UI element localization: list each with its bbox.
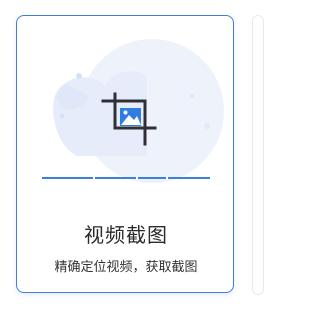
video-screenshot-card[interactable]: 视频截图 精确定位视频，获取截图 [16,15,234,293]
card-illustration [42,39,224,183]
next-card-partial[interactable] [252,15,264,295]
tool-card-grid: 视频截图 精确定位视频，获取截图 [0,0,264,311]
card-description: 精确定位视频，获取截图 [54,260,198,275]
card-title: 视频截图 [84,223,168,247]
